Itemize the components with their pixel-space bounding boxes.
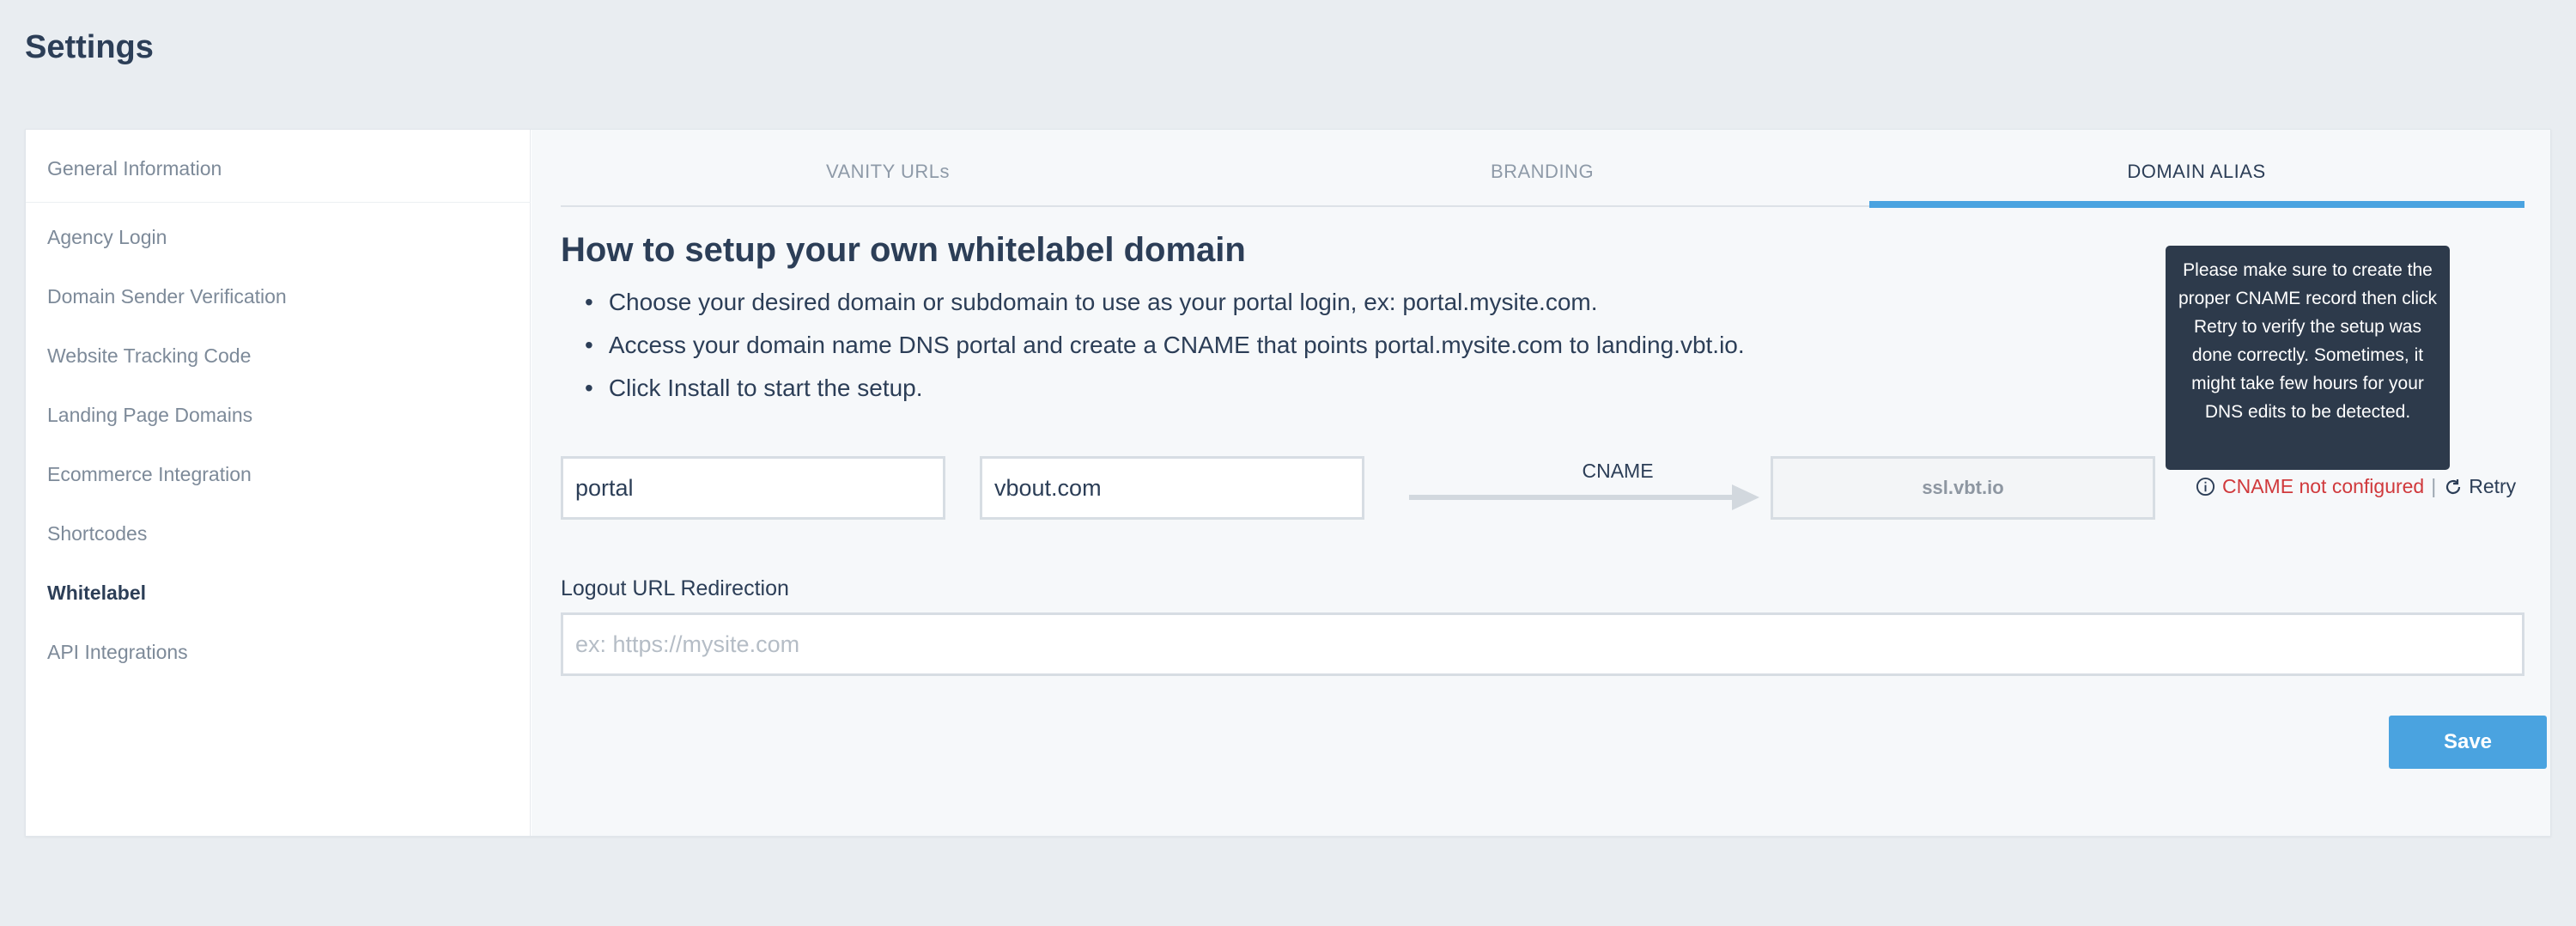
main-panel: VANITY URLs BRANDING DOMAIN ALIAS How to… <box>532 130 2550 836</box>
tab-branding[interactable]: BRANDING <box>1215 161 1869 183</box>
cname-target-field: ssl.vbt.io <box>1771 456 2155 520</box>
arrow-head-icon <box>1732 484 1759 510</box>
subdomain-input[interactable] <box>561 456 945 520</box>
cname-label: CNAME <box>1582 460 1654 482</box>
arrow-right-icon <box>1409 495 1735 500</box>
sidebar-item-shortcodes[interactable]: Shortcodes <box>47 522 147 545</box>
list-item: Click Install to start the setup. <box>588 367 1745 410</box>
retry-label: Retry <box>2469 475 2517 497</box>
info-icon <box>2196 477 2215 497</box>
refresh-icon <box>2446 478 2461 494</box>
status-error-text: CNAME not configured <box>2222 475 2425 497</box>
sidebar-item-api-integrations[interactable]: API Integrations <box>47 641 188 664</box>
sidebar-item-landing-page-domains[interactable]: Landing Page Domains <box>47 404 252 427</box>
cname-status: CNAME not configured | Retry <box>2196 475 2516 498</box>
status-separator: | <box>2431 475 2437 497</box>
logout-url-label: Logout URL Redirection <box>561 576 789 600</box>
tab-domain-alias[interactable]: DOMAIN ALIAS <box>1869 161 2524 183</box>
tab-bar: VANITY URLs BRANDING DOMAIN ALIAS <box>561 130 2524 208</box>
cname-target-value: ssl.vbt.io <box>1922 477 2004 498</box>
sidebar-item-domain-sender-verification[interactable]: Domain Sender Verification <box>47 285 287 308</box>
tab-vanity-urls[interactable]: VANITY URLs <box>561 161 1215 183</box>
logout-url-input[interactable] <box>561 612 2524 676</box>
sidebar-item-general-information[interactable]: General Information <box>47 157 222 180</box>
sidebar-item-whitelabel[interactable]: Whitelabel <box>47 582 146 605</box>
sidebar-item-ecommerce-integration[interactable]: Ecommerce Integration <box>47 463 252 486</box>
sidebar-item-website-tracking-code[interactable]: Website Tracking Code <box>47 344 251 368</box>
domain-input[interactable] <box>980 456 1364 520</box>
settings-sidebar: General Information Agency Login Domain … <box>26 130 531 836</box>
save-button[interactable]: Save <box>2389 716 2547 769</box>
settings-card: General Information Agency Login Domain … <box>25 129 2551 837</box>
retry-button[interactable]: Retry <box>2443 475 2516 498</box>
section-heading: How to setup your own whitelabel domain <box>561 231 1246 269</box>
cname-help-tooltip: Please make sure to create the proper CN… <box>2166 246 2450 470</box>
active-tab-indicator <box>1869 201 2524 208</box>
page-title: Settings <box>25 29 154 65</box>
setup-steps-list: Choose your desired domain or subdomain … <box>588 281 1745 410</box>
list-item: Access your domain name DNS portal and c… <box>588 324 1745 367</box>
sidebar-divider <box>26 202 531 203</box>
list-item: Choose your desired domain or subdomain … <box>588 281 1745 324</box>
sidebar-item-agency-login[interactable]: Agency Login <box>47 226 167 249</box>
